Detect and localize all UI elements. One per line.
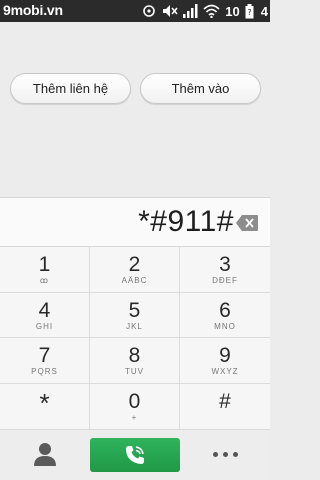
sync-icon <box>143 5 156 17</box>
key-digit: 1 <box>38 253 51 276</box>
dot <box>223 452 228 457</box>
mute-icon <box>163 5 178 17</box>
keypad: 1 ꝏ 2 AÄBC 3 DĐEF 4 GHI 5 JKL 6 MNO 7 PQ… <box>0 247 270 429</box>
dialer-panel: *#911# 1 ꝏ 2 AÄBC 3 DĐEF 4 GHI 5 JKL 6 M… <box>0 197 270 480</box>
status-icons: 10 ? 4 <box>141 3 268 19</box>
key-digit: # <box>219 389 231 413</box>
voicemail-icon: ꝏ <box>39 276 50 285</box>
key-6[interactable]: 6 MNO <box>180 293 270 338</box>
key-letters: MNO <box>214 321 236 331</box>
person-icon[interactable] <box>34 442 56 466</box>
backspace-icon[interactable] <box>236 215 258 231</box>
key-7[interactable]: 7 PQRS <box>0 338 90 384</box>
key-hash[interactable]: # <box>180 384 270 430</box>
key-5[interactable]: 5 JKL <box>90 292 180 338</box>
dial-display: *#911# <box>0 197 270 247</box>
brand-watermark: 9mobi.vn <box>3 2 63 18</box>
add-contact-button[interactable]: Thêm liên hệ <box>10 73 131 104</box>
key-digit: 5 <box>128 298 141 322</box>
key-digit: 4 <box>38 298 51 322</box>
key-digit: 6 <box>219 298 231 322</box>
svg-text:?: ? <box>247 8 251 17</box>
key-star[interactable]: * <box>0 383 90 429</box>
dialer-action-bar <box>0 429 270 480</box>
key-0[interactable]: 0 + <box>90 383 180 429</box>
battery-icon: ? <box>245 3 254 18</box>
clock-partial: 4 <box>260 3 268 19</box>
key-letters: GHI <box>35 321 54 331</box>
dot <box>213 452 218 457</box>
phone-icon <box>126 446 144 464</box>
call-button[interactable] <box>90 438 180 472</box>
dialed-number[interactable]: *#911# <box>138 205 234 239</box>
more-dots-icon[interactable] <box>213 452 238 457</box>
key-4[interactable]: 4 GHI <box>0 292 90 338</box>
key-2[interactable]: 2 AÄBC <box>90 247 180 293</box>
dot <box>233 452 238 457</box>
key-letters: DĐEF <box>212 276 238 285</box>
wifi-icon <box>203 4 220 18</box>
key-digit: 8 <box>128 344 141 367</box>
key-letters: TUV <box>125 367 144 376</box>
status-bar: 9mobi.vn 10 ? 4 <box>0 0 270 22</box>
key-8[interactable]: 8 TUV <box>90 338 180 384</box>
key-digit: * <box>39 387 50 418</box>
key-digit: 2 <box>128 253 141 276</box>
key-digit: 3 <box>219 253 231 276</box>
key-letters: JKL <box>126 321 143 331</box>
key-letters: + <box>131 412 138 422</box>
key-3[interactable]: 3 DĐEF <box>180 247 270 293</box>
signal-icon <box>183 4 198 18</box>
key-letters: PQRS <box>31 367 58 376</box>
key-digit: 9 <box>219 344 231 367</box>
key-letters: WXYZ <box>211 367 239 376</box>
key-9[interactable]: 9 WXYZ <box>180 338 270 384</box>
key-letters: AÄBC <box>121 276 148 285</box>
add-to-contact-button[interactable]: Thêm vào <box>140 73 261 104</box>
key-1[interactable]: 1 ꝏ <box>0 247 90 293</box>
battery-level: 10 <box>225 3 240 19</box>
key-digit: 7 <box>38 344 51 367</box>
key-digit: 0 <box>128 389 141 413</box>
